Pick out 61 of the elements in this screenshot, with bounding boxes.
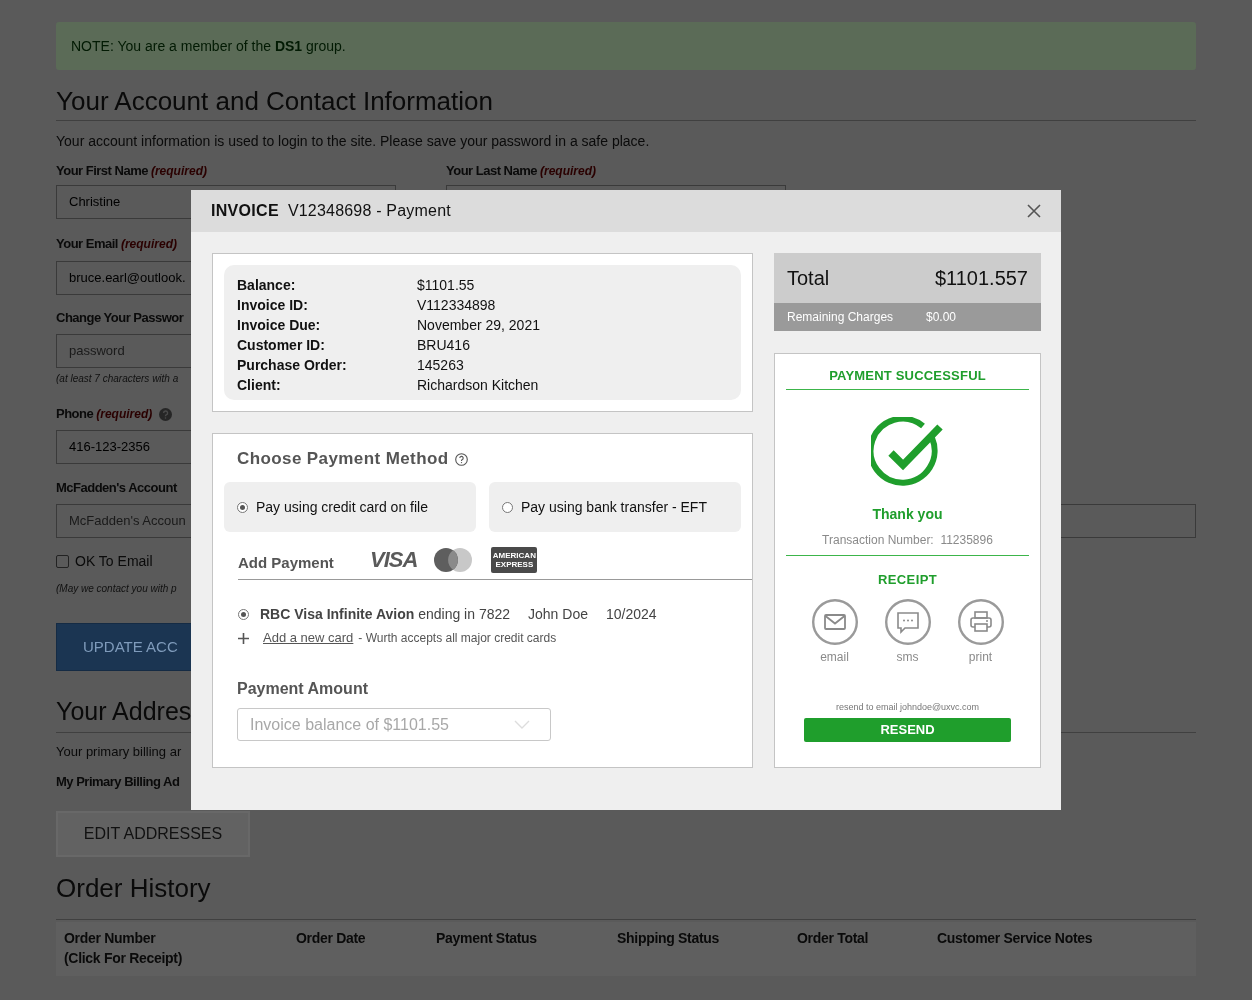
column-header: Order Date xyxy=(296,929,367,948)
status-heading: PAYMENT SUCCESSFUL xyxy=(829,368,986,383)
amex-logo: AMERICAN EXPRESS xyxy=(491,547,538,573)
column-header: Customer Service Notes xyxy=(937,929,1094,948)
required-note: (required) xyxy=(96,406,153,423)
field-label: Your Last Name xyxy=(446,162,537,180)
hint-text: (May we contact you with p xyxy=(56,583,177,594)
column-header: Payment Status xyxy=(436,929,538,948)
detail-value: BRU416 xyxy=(417,336,470,355)
detail-label: Invoice ID: xyxy=(237,296,309,315)
checkbox-label: OK To Email xyxy=(75,552,153,571)
card-holder: John Doe xyxy=(528,605,588,624)
dialog-title-label: INVOICE xyxy=(211,201,279,221)
detail-label: Balance: xyxy=(237,276,297,295)
detail-value: $1101.55 xyxy=(417,276,475,295)
thank-you-text: Thank you xyxy=(872,505,943,523)
remaining-value: $0.00 xyxy=(926,309,957,326)
card-heading: Payment Amount xyxy=(236,679,369,699)
detail-value: V112334898 xyxy=(417,296,496,315)
field-label: Your First Name xyxy=(56,162,148,180)
transaction-number: Transaction Number: 11235896 xyxy=(822,533,993,547)
card-expiry: 10/2024 xyxy=(606,605,657,624)
field-label: McFadden's Account xyxy=(56,479,177,497)
detail-value: Richardson Kitchen xyxy=(417,376,539,395)
detail-label: Customer ID: xyxy=(237,336,326,355)
field-label: Change Your Passwor xyxy=(56,309,184,327)
field-label: My Primary Billing Ad xyxy=(56,774,180,789)
receipt-option-label: print xyxy=(968,649,993,665)
card-heading: Choose Payment Method xyxy=(237,448,449,470)
required-note: (required) xyxy=(150,163,207,180)
receipt-option-label: sms xyxy=(896,649,919,665)
card-name: RBC Visa Infinite Avion ending in 7822 xyxy=(260,605,511,624)
detail-label: Purchase Order: xyxy=(237,356,348,375)
section-heading: Your Addres xyxy=(56,697,192,725)
detail-label: Client: xyxy=(237,376,282,395)
hint-text: (at least 7 characters with a xyxy=(56,373,179,384)
visa-logo: VISA xyxy=(370,548,418,572)
section-heading: Your Account and Contact Information xyxy=(56,86,493,116)
dialog-title: V12348698 - Payment xyxy=(287,201,451,221)
section-heading: Order History xyxy=(56,873,211,903)
field-label: Phone xyxy=(56,405,94,423)
intro-text: Your primary billing ar xyxy=(56,744,182,759)
add-card-note: - Wurth accepts all major credit cards xyxy=(358,630,557,647)
detail-value: November 29, 2021 xyxy=(417,316,540,335)
required-note: (required) xyxy=(540,163,597,180)
note-text: NOTE: You are a member of the DS1 group. xyxy=(71,36,346,56)
required-note: (required) xyxy=(120,236,177,253)
detail-value: 145263 xyxy=(417,356,464,375)
column-header: Order Total xyxy=(797,929,870,948)
column-header: Order Number (Click For Receipt) xyxy=(64,929,183,968)
receipt-heading: RECEIPT xyxy=(877,571,938,588)
total-label: Total xyxy=(787,266,830,291)
intro-text: Your account information is used to login to the site. Please save your password in a safe place. xyxy=(56,132,651,151)
total-value: $1101.557 xyxy=(934,266,1028,291)
field-label: Your Email xyxy=(56,235,118,253)
resend-note: resend to email johndoe@uxvc.com xyxy=(835,701,980,713)
remaining-label: Remaining Charges xyxy=(787,309,895,326)
detail-label: Invoice Due: xyxy=(237,316,322,335)
add-payment-label: Add Payment xyxy=(238,552,335,573)
column-header: Shipping Status xyxy=(617,929,721,948)
receipt-option-label: email xyxy=(820,649,849,665)
